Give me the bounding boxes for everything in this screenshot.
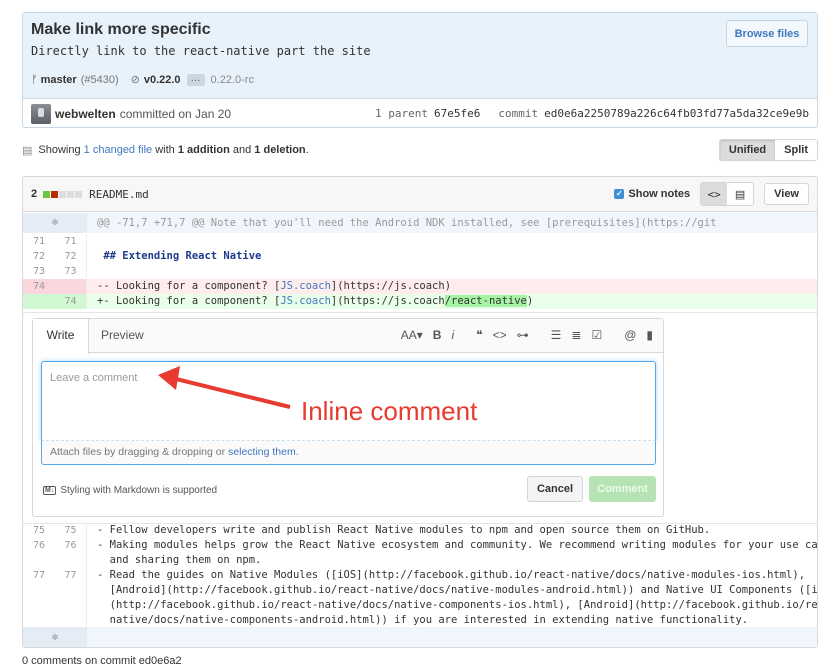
annotation-label: Inline comment xyxy=(301,396,478,426)
annotation-arrow xyxy=(158,366,291,409)
comments-count: 0 comments on commit ed0e6a2 xyxy=(22,655,182,665)
